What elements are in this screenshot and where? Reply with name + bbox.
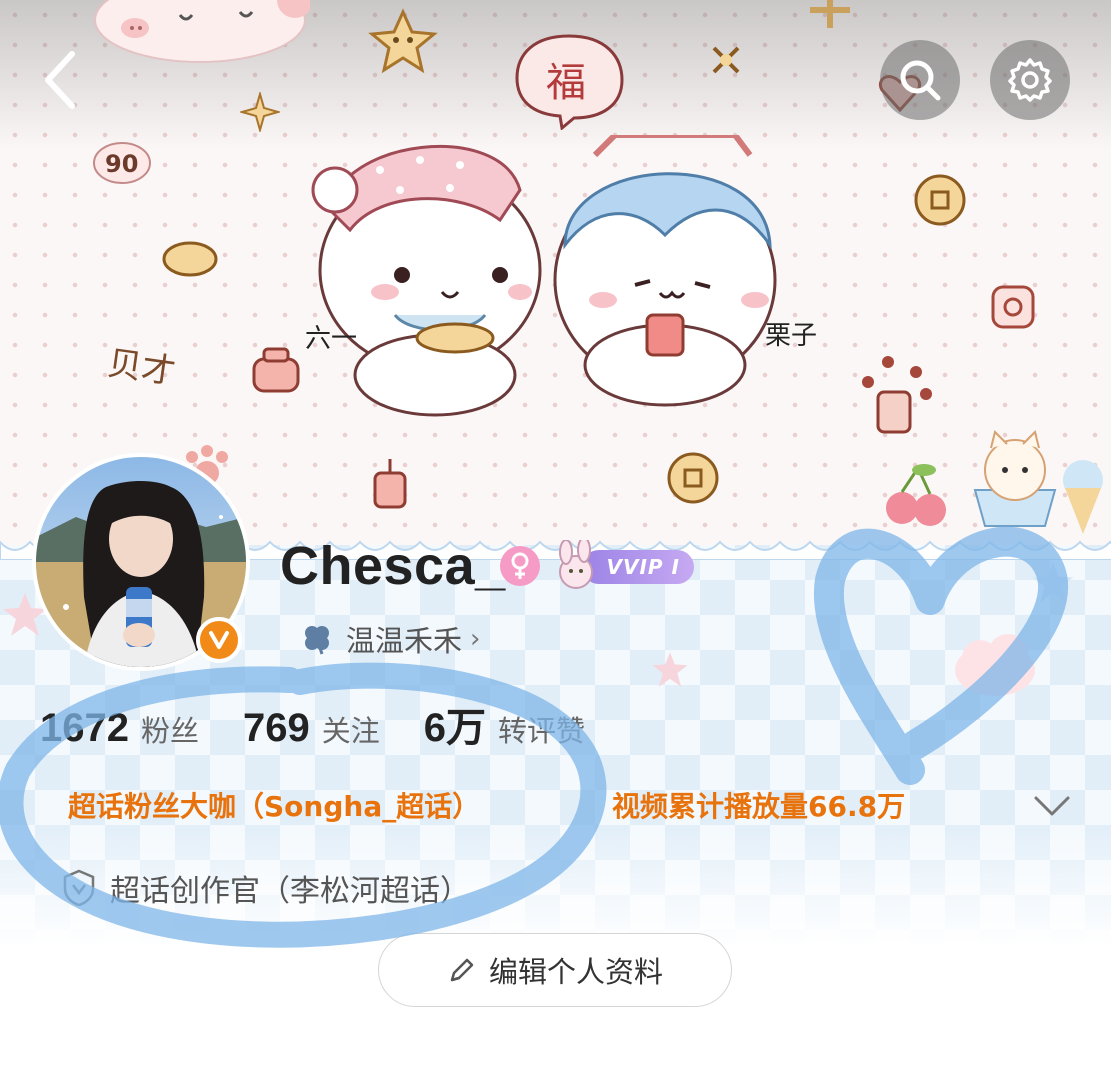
sticker-right-label: 栗子 — [765, 321, 818, 351]
svg-text:90: 90 — [105, 150, 138, 178]
pencil-icon — [450, 958, 474, 982]
stat-interactions[interactable]: 6万 转评赞 — [424, 695, 585, 753]
pastel-star — [652, 652, 688, 687]
shield-icon — [63, 869, 95, 907]
clover-icon — [305, 626, 329, 655]
search-icon — [900, 60, 941, 101]
stat-followers[interactable]: 1672 粉丝 — [40, 706, 199, 751]
jar-doodle — [862, 356, 932, 434]
stats-row: 1672 粉丝 769 关注 6万 转评赞 — [40, 695, 629, 753]
creator-tag[interactable]: 超话创作官（李松河超话） — [62, 866, 470, 910]
gear-icon — [1008, 58, 1052, 102]
stat-value: 1672 — [40, 706, 129, 750]
coin-doodle — [667, 452, 719, 504]
settings-button[interactable] — [990, 40, 1070, 120]
verified-badge — [196, 617, 242, 663]
back-button[interactable] — [30, 45, 90, 115]
verified-v-icon — [209, 631, 229, 649]
stat-label: 粉丝 — [140, 714, 199, 748]
bag-doodle — [991, 285, 1035, 329]
edit-profile-button[interactable]: 编辑个人资料 — [378, 933, 732, 1007]
expand-button[interactable] — [1030, 790, 1074, 822]
chevron-right-icon: › — [470, 624, 481, 654]
cloud-doodle — [955, 634, 1035, 696]
fan-group-name: 温温禾禾 — [346, 624, 463, 658]
friend-character — [553, 135, 777, 407]
edit-profile-label: 编辑个人资料 — [488, 955, 663, 989]
creator-title: 超话创作官（李松河超话） — [110, 874, 470, 909]
cup-doodle — [373, 459, 407, 509]
sparkle-doodle — [712, 46, 740, 74]
pastel-star — [1032, 562, 1074, 603]
wealth-sticker: 贝才 — [105, 343, 178, 393]
sparkle-doodle — [240, 92, 280, 132]
video-plays-tag[interactable]: 视频累计播放量66.8万 — [612, 785, 905, 825]
stat-value: 769 — [243, 706, 310, 750]
supertopic-fan-tag[interactable]: 超话粉丝大咖（Songha_超话） — [68, 785, 480, 825]
sparkle-doodle — [810, 0, 850, 28]
stat-label: 转评赞 — [498, 714, 586, 748]
stat-label: 关注 — [321, 714, 380, 748]
sticker-left-label: 六一 — [305, 324, 358, 354]
bread-doodle — [162, 241, 218, 277]
star-doodle — [368, 8, 438, 74]
coin-doodle — [914, 174, 966, 226]
vip-badge[interactable]: VVIP I — [552, 540, 697, 592]
sticker-90: 90 — [93, 142, 151, 184]
chevron-left-icon — [45, 51, 75, 109]
fortune-character: 福 — [546, 60, 586, 106]
search-button[interactable] — [880, 40, 960, 120]
pig-doodle — [94, 0, 310, 63]
pot-doodle — [252, 347, 300, 393]
stat-value: 6万 — [423, 706, 487, 750]
female-icon — [511, 552, 529, 579]
gender-badge — [500, 546, 540, 586]
username: Chesca_ — [280, 536, 506, 596]
bunny-mascot-icon — [559, 540, 593, 589]
stat-following[interactable]: 769 关注 — [243, 706, 380, 751]
fan-group-link[interactable]: 温温禾禾 › — [300, 618, 480, 660]
bear-character — [311, 144, 542, 417]
chevron-down-icon — [1034, 796, 1070, 816]
